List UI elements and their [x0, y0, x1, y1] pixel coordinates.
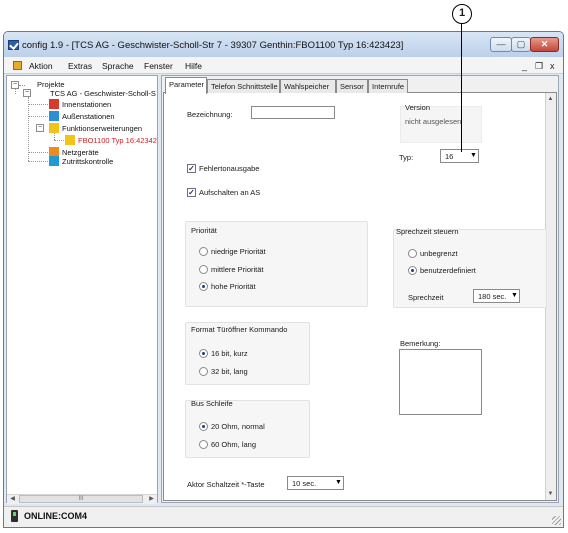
- menu-app-icon[interactable]: [13, 61, 22, 70]
- minimize-button[interactable]: —: [490, 37, 512, 52]
- bus-60ohm-label[interactable]: 60 Ohm, lang: [211, 440, 256, 449]
- tree-connector: [28, 104, 48, 105]
- window-title: config 1.9 - [TCS AG - Geschwister-Schol…: [22, 40, 404, 51]
- tab-wahlspeicher[interactable]: Wahlspeicher: [280, 79, 336, 93]
- scroll-right-icon[interactable]: ▶: [146, 494, 157, 504]
- status-bar: [4, 506, 563, 527]
- sprechzeit-value: 180 sec.: [478, 292, 507, 301]
- callout-number: 1: [452, 4, 472, 24]
- mdi-restore-button[interactable]: ❐: [535, 61, 543, 72]
- tree-item-netzgeraete[interactable]: Netzgeräte: [62, 148, 99, 157]
- close-button[interactable]: ✕: [530, 37, 559, 52]
- format-title: Format Türöffner Kommando: [191, 325, 288, 334]
- chevron-down-icon[interactable]: ▼: [511, 292, 518, 299]
- tree-item-funktionserweiterungen[interactable]: Funktionserweiterungen: [62, 124, 142, 133]
- prioritaet-title: Priorität: [191, 226, 217, 235]
- tab-internrufe[interactable]: Internrufe: [368, 79, 408, 93]
- innenstationen-icon: [49, 99, 59, 109]
- tree-connector: [54, 133, 55, 140]
- callout-line: [461, 24, 463, 152]
- unbegrenzt-label[interactable]: unbegrenzt: [420, 249, 458, 258]
- niedrige-prioritaet-label[interactable]: niedrige Priorität: [211, 247, 266, 256]
- bus-20ohm-radio[interactable]: [199, 422, 208, 431]
- tree-connector: [15, 89, 16, 94]
- tree-connector: [28, 161, 48, 162]
- mdi-minimize-button[interactable]: _: [522, 61, 527, 71]
- zutrittskontrolle-icon: [49, 156, 59, 166]
- bemerkung-label: Bemerkung:: [400, 339, 441, 348]
- version-value: nicht ausgelesen: [405, 117, 462, 126]
- aufschalten-label[interactable]: Aufschalten an AS: [199, 188, 260, 197]
- funktionserweiterungen-icon: [49, 123, 59, 133]
- niedrige-prioritaet-radio[interactable]: [199, 247, 208, 256]
- app-icon: [8, 40, 19, 50]
- bus-60ohm-radio[interactable]: [199, 440, 208, 449]
- tree-connector: [19, 85, 25, 86]
- mittlere-prioritaet-label[interactable]: mittlere Priorität: [211, 265, 264, 274]
- tree-connector: [54, 140, 64, 141]
- aufschalten-checkbox[interactable]: ✓: [187, 188, 196, 197]
- hohe-prioritaet-label[interactable]: hohe Priorität: [211, 282, 256, 291]
- bezeichnung-label: Bezeichnung:: [187, 110, 233, 119]
- menu-extras[interactable]: Extras: [68, 61, 92, 71]
- scroll-down-icon[interactable]: ▼: [545, 489, 556, 500]
- tree-item-fbo1100[interactable]: FBO1100 Typ 16:42342: [78, 136, 157, 145]
- tree-scroll-thumb[interactable]: III: [19, 495, 143, 503]
- collapse-funktionserweiterungen-toggle[interactable]: −: [36, 124, 44, 132]
- fehlertonausgabe-label[interactable]: Fehlertonausgabe: [199, 164, 259, 173]
- chevron-down-icon[interactable]: ▼: [470, 152, 477, 159]
- format-32bit-label[interactable]: 32 bit, lang: [211, 367, 248, 376]
- sprechzeit-steuern-title: Sprechzeit steuern: [396, 227, 459, 236]
- tree-connector: [28, 116, 48, 117]
- typ-value: 16: [445, 152, 454, 161]
- tree-item-aussenstationen[interactable]: Außenstationen: [62, 112, 115, 121]
- collapse-project-toggle[interactable]: −: [23, 89, 31, 97]
- tab-telefon-schnittstelle[interactable]: Telefon Schnittstelle: [207, 79, 280, 93]
- aussenstationen-icon: [49, 111, 59, 121]
- tree-connector: [28, 152, 48, 153]
- sprechzeit-label: Sprechzeit: [408, 293, 444, 302]
- tab-parameter[interactable]: Parameter: [165, 77, 207, 94]
- menu-sprache[interactable]: Sprache: [102, 61, 134, 71]
- format-16bit-label[interactable]: 16 bit, kurz: [211, 349, 248, 358]
- bemerkung-textarea[interactable]: [399, 349, 482, 415]
- aktor-schaltzeit-value: 10 sec.: [292, 479, 317, 488]
- bus-20ohm-label[interactable]: 20 Ohm, normal: [211, 422, 265, 431]
- scroll-up-icon[interactable]: ▲: [545, 94, 556, 105]
- device-icon: [65, 135, 75, 145]
- menu-fenster[interactable]: Fenster: [144, 61, 173, 71]
- tree-item-project[interactable]: TCS AG - Geschwister-Scholl-S: [50, 89, 156, 98]
- tree-item-innenstationen[interactable]: Innenstationen: [62, 100, 111, 109]
- menu-aktion[interactable]: Aktion: [29, 61, 53, 71]
- scroll-left-icon[interactable]: ◀: [7, 494, 18, 504]
- tab-sensor[interactable]: Sensor: [336, 79, 368, 93]
- hohe-prioritaet-radio[interactable]: [199, 282, 208, 291]
- bezeichnung-input[interactable]: [251, 106, 335, 119]
- benutzerdefiniert-radio[interactable]: [408, 266, 417, 275]
- format-16bit-radio[interactable]: [199, 349, 208, 358]
- menu-hilfe[interactable]: Hilfe: [185, 61, 202, 71]
- collapse-projects-toggle[interactable]: −: [11, 81, 19, 89]
- mittlere-prioritaet-radio[interactable]: [199, 265, 208, 274]
- resize-grip-icon[interactable]: [552, 516, 561, 525]
- bus-schleife-title: Bus Schleife: [191, 399, 233, 408]
- connection-icon: [11, 510, 18, 522]
- version-label: Version: [405, 103, 431, 112]
- tree-item-projekte[interactable]: Projekte: [37, 80, 65, 89]
- mdi-close-button[interactable]: x: [550, 61, 555, 71]
- connection-status: ONLINE:COM4: [24, 511, 87, 521]
- maximize-button[interactable]: ▢: [511, 37, 531, 52]
- format-32bit-radio[interactable]: [199, 367, 208, 376]
- fehlertonausgabe-checkbox[interactable]: ✓: [187, 164, 196, 173]
- tree-item-zutrittskontrolle[interactable]: Zutrittskontrolle: [62, 157, 113, 166]
- typ-label: Typ:: [399, 153, 414, 162]
- benutzerdefiniert-label[interactable]: benutzerdefiniert: [420, 266, 476, 275]
- aktor-schaltzeit-label: Aktor Schaltzeit *-Taste: [187, 480, 265, 489]
- unbegrenzt-radio[interactable]: [408, 249, 417, 258]
- chevron-down-icon[interactable]: ▼: [335, 479, 342, 486]
